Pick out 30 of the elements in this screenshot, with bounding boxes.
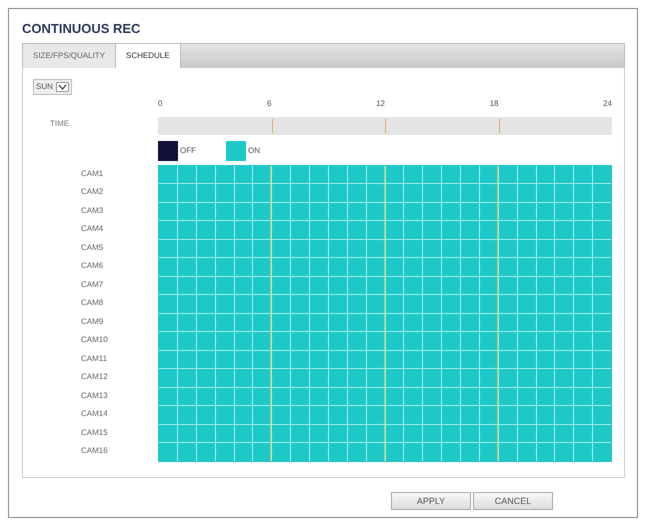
camera-label: CAM2 [80,186,104,198]
dialog-title: CONTINUOUS REC [22,20,142,38]
camera-label: CAM3 [80,204,104,216]
cancel-button[interactable]: CANCEL [473,492,553,510]
camera-label: CAM5 [80,242,104,254]
camera-label: CAM12 [80,371,109,383]
camera-label: CAM16 [80,445,109,457]
tab[interactable]: SCHEDULE [116,44,181,68]
camera-label: CAM10 [80,334,109,346]
camera-label: CAM6 [80,260,104,272]
camera-label: CAM7 [80,278,104,290]
day-dropdown[interactable]: SUN [33,78,72,94]
legend-label: ON [248,146,260,155]
camera-label: CAM4 [80,223,104,235]
camera-label: CAM15 [80,426,109,438]
hour-tick-label: 18 [490,98,498,110]
legend-label: OFF [180,146,196,155]
camera-label: CAM13 [80,390,109,402]
apply-button[interactable]: APPLY [391,492,471,510]
hour-tick-label: 0 [158,98,162,110]
hour-tick-label: 24 [603,98,612,110]
camera-label: CAM14 [80,408,109,420]
camera-label: CAM8 [80,297,104,309]
time-label: TIME [49,119,70,128]
hour-tick-label: 6 [267,98,272,110]
camera-label: CAM1 [80,168,104,180]
hour-tick-label: 12 [376,98,385,110]
camera-label: CAM9 [80,316,104,328]
tab[interactable]: SIZE/FPS/QUALITY [23,44,116,68]
camera-label: CAM11 [80,352,108,364]
